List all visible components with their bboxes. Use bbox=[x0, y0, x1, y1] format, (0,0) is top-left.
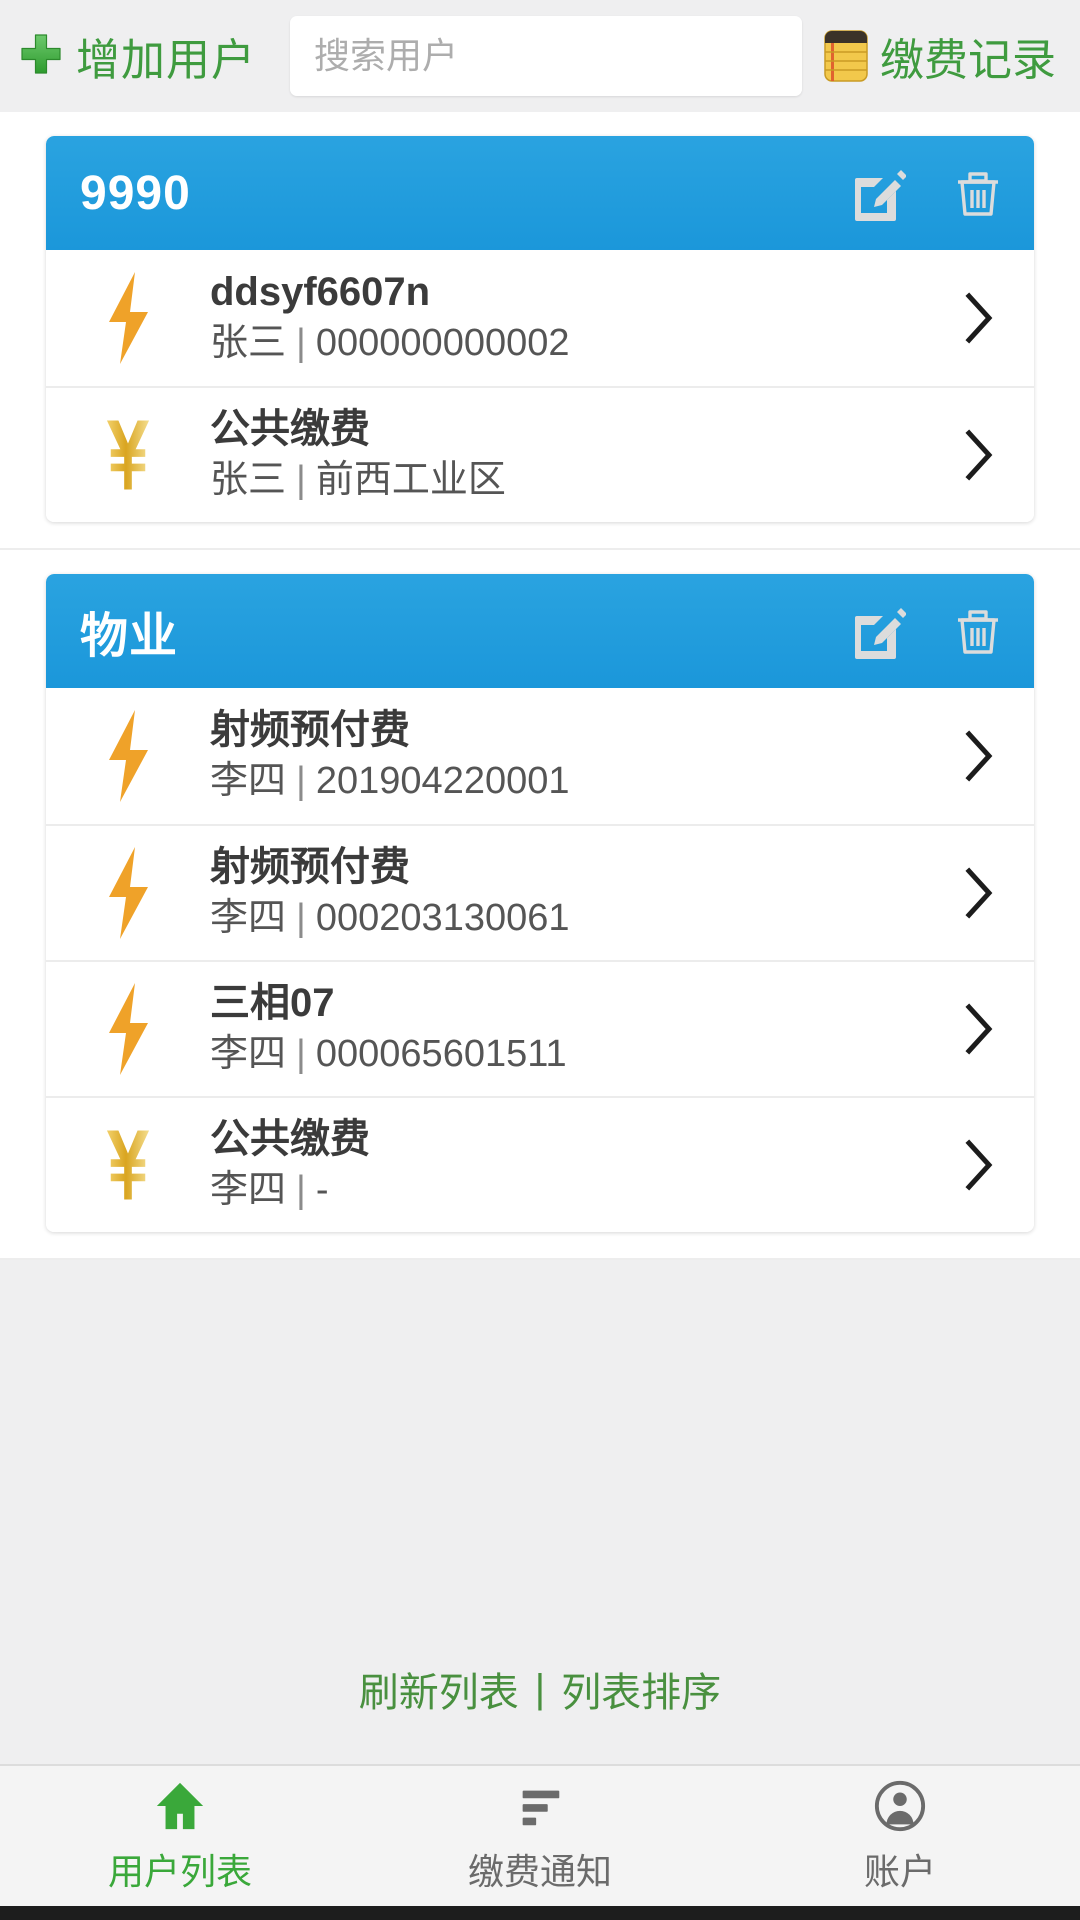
chevron-right-icon bbox=[954, 1139, 1004, 1191]
list-item-separator: | bbox=[296, 1033, 306, 1076]
list-item-separator: | bbox=[296, 897, 306, 940]
nav-item-account[interactable]: 账户 bbox=[720, 1766, 1080, 1906]
list-item-text: 公共缴费 李四 | - bbox=[176, 1115, 954, 1215]
user-card-title: 9990 bbox=[80, 166, 191, 220]
sort-list-link[interactable]: 列表排序 bbox=[561, 1660, 721, 1718]
list-item-separator: | bbox=[296, 1169, 306, 1212]
payment-records-label: 缴费记录 bbox=[880, 36, 1056, 85]
footer-link-separator: | bbox=[534, 1666, 546, 1711]
list-item-subtitle: 张三 | 000000000002 bbox=[210, 320, 954, 368]
system-home-indicator bbox=[0, 1906, 1080, 1920]
user-card: 9990 ddsyf6607n 张三 | 000000000002 公共缴费 张… bbox=[46, 136, 1034, 522]
list-item-text: 公共缴费 张三 | 前西工业区 bbox=[176, 405, 954, 505]
lightning-bolt-icon bbox=[80, 270, 176, 366]
list-item-title: ddsyf6607n bbox=[210, 270, 431, 315]
list-item-separator: | bbox=[296, 760, 306, 803]
nav-label-account: 账户 bbox=[863, 1851, 936, 1892]
notebook-icon bbox=[824, 30, 868, 82]
list-item-owner: 张三 bbox=[210, 459, 287, 502]
list-item-owner: 李四 bbox=[210, 1169, 287, 1212]
lightning-bolt-icon bbox=[80, 708, 176, 804]
list-item[interactable]: 射频预付费 李四 | 201904220001 bbox=[46, 688, 1034, 824]
nav-label-user-list: 用户列表 bbox=[107, 1851, 252, 1892]
person-circle-icon bbox=[873, 1777, 927, 1833]
user-card-body: 射频预付费 李四 | 201904220001 射频预付费 李四 | 00020… bbox=[46, 688, 1034, 1232]
chevron-right-icon bbox=[954, 1003, 1004, 1055]
trash-icon[interactable] bbox=[950, 164, 1006, 222]
list-item-text: 射频预付费 李四 | 201904220001 bbox=[176, 706, 954, 806]
yen-icon bbox=[80, 1117, 176, 1213]
nav-item-payment-notice[interactable]: 缴费通知 bbox=[360, 1766, 720, 1906]
list-item[interactable]: 公共缴费 李四 | - bbox=[46, 1096, 1034, 1232]
lightning-bolt-icon bbox=[80, 845, 176, 941]
list-item-text: 射频预付费 李四 | 000203130061 bbox=[176, 843, 954, 943]
add-user-button[interactable]: 增加用户 bbox=[18, 24, 256, 88]
list-item-text: 三相07 李四 | 000065601511 bbox=[176, 979, 954, 1079]
list-item-subtitle: 李四 | 000065601511 bbox=[210, 1031, 954, 1079]
top-toolbar: 增加用户 清除 缴费记录 bbox=[0, 0, 1080, 112]
list-bottom-spacer bbox=[0, 1260, 1080, 1614]
list-item[interactable]: ddsyf6607n 张三 | 000000000002 bbox=[46, 250, 1034, 386]
list-item-owner: 李四 bbox=[210, 1033, 287, 1076]
list-item-text: ddsyf6607n 张三 | 000000000002 bbox=[176, 268, 954, 368]
list-item-owner: 李四 bbox=[210, 897, 287, 940]
lightning-bolt-icon bbox=[80, 981, 176, 1077]
list-item-subtitle: 李四 | 201904220001 bbox=[210, 758, 954, 806]
list-item-detail: 000000000002 bbox=[315, 322, 570, 365]
chevron-right-icon bbox=[954, 429, 1004, 481]
trash-icon[interactable] bbox=[950, 602, 1006, 660]
list-item-subtitle: 张三 | 前西工业区 bbox=[210, 457, 954, 505]
plus-icon bbox=[18, 33, 64, 79]
home-icon bbox=[153, 1777, 207, 1833]
yen-icon bbox=[80, 407, 176, 503]
edit-square-pencil-icon[interactable] bbox=[850, 602, 907, 660]
user-card-body: ddsyf6607n 张三 | 000000000002 公共缴费 张三 | 前… bbox=[46, 250, 1034, 522]
bottom-navigation-bar: 用户列表 缴费通知 账户 bbox=[0, 1764, 1080, 1906]
list-item-title: 公共缴费 bbox=[210, 1117, 370, 1162]
list-item-owner: 李四 bbox=[210, 760, 287, 803]
search-bar: 清除 bbox=[290, 16, 802, 96]
nav-label-payment-notice: 缴费通知 bbox=[467, 1851, 612, 1892]
add-user-label: 增加用户 bbox=[76, 36, 256, 85]
payment-records-button[interactable]: 缴费记录 bbox=[824, 24, 1056, 88]
list-item-detail: - bbox=[315, 1169, 329, 1212]
user-card-title: 物业 bbox=[80, 610, 179, 663]
user-card-actions bbox=[850, 164, 1006, 222]
list-item-detail: 000203130061 bbox=[315, 897, 570, 940]
chevron-right-icon bbox=[954, 292, 1004, 344]
list-bars-icon bbox=[513, 1777, 567, 1833]
user-list-scroll-area[interactable]: 9990 ddsyf6607n 张三 | 000000000002 公共缴费 张… bbox=[0, 112, 1080, 1614]
list-action-links: 刷新列表 | 列表排序 bbox=[0, 1614, 1080, 1764]
chevron-right-icon bbox=[954, 730, 1004, 782]
list-item-title: 公共缴费 bbox=[210, 407, 370, 452]
list-item-separator: | bbox=[296, 322, 306, 365]
user-card: 物业 射频预付费 李四 | 201904220001 射频预付费 李四 | 00… bbox=[46, 574, 1034, 1232]
list-item-detail: 前西工业区 bbox=[315, 459, 506, 502]
list-item-detail: 000065601511 bbox=[315, 1033, 567, 1076]
list-item-subtitle: 李四 | 000203130061 bbox=[210, 895, 954, 943]
edit-square-pencil-icon[interactable] bbox=[850, 164, 907, 222]
app-screen: 增加用户 清除 缴费记录 bbox=[0, 0, 1080, 1920]
list-item-title: 射频预付费 bbox=[210, 845, 410, 890]
list-item-subtitle: 李四 | - bbox=[210, 1167, 954, 1215]
list-item[interactable]: 射频预付费 李四 | 000203130061 bbox=[46, 824, 1034, 960]
list-item-separator: | bbox=[296, 459, 306, 502]
user-group: 9990 ddsyf6607n 张三 | 000000000002 公共缴费 张… bbox=[0, 112, 1080, 550]
nav-item-user-list[interactable]: 用户列表 bbox=[0, 1766, 360, 1906]
list-item-title: 射频预付费 bbox=[210, 708, 410, 753]
user-card-header: 物业 bbox=[46, 574, 1034, 688]
list-item-detail: 201904220001 bbox=[315, 760, 570, 803]
user-card-actions bbox=[850, 602, 1006, 660]
list-item-title: 三相07 bbox=[210, 981, 335, 1026]
user-group: 物业 射频预付费 李四 | 201904220001 射频预付费 李四 | 00… bbox=[0, 550, 1080, 1260]
chevron-right-icon bbox=[954, 867, 1004, 919]
search-input[interactable] bbox=[290, 16, 802, 96]
refresh-list-link[interactable]: 刷新列表 bbox=[359, 1660, 519, 1718]
list-item[interactable]: 三相07 李四 | 000065601511 bbox=[46, 960, 1034, 1096]
list-item-owner: 张三 bbox=[210, 322, 287, 365]
list-item[interactable]: 公共缴费 张三 | 前西工业区 bbox=[46, 386, 1034, 522]
user-card-header: 9990 bbox=[46, 136, 1034, 250]
